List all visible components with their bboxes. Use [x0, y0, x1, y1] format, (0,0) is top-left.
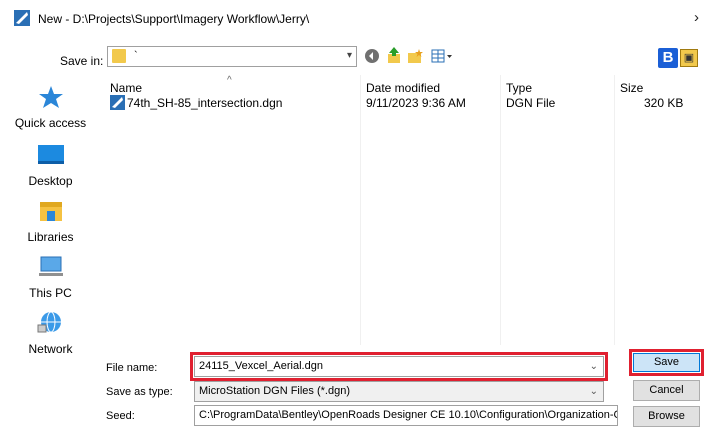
column-divider: [500, 75, 501, 345]
file-type: DGN File: [506, 96, 556, 110]
seed-input[interactable]: C:\ProgramData\Bentley\OpenRoads Designe…: [194, 405, 618, 426]
back-icon[interactable]: [364, 48, 380, 64]
save-in-dropdown[interactable]: ` ▾: [107, 46, 357, 67]
place-label: Quick access: [14, 116, 87, 130]
folder-preview-icon[interactable]: ▣: [680, 49, 698, 67]
save-in-label: Save in:: [60, 54, 104, 68]
chevron-down-icon: ⌄: [589, 386, 598, 397]
cancel-button[interactable]: Cancel: [633, 380, 700, 401]
up-folder-icon[interactable]: [386, 47, 402, 64]
place-libraries[interactable]: Libraries: [0, 199, 101, 244]
column-divider: [360, 75, 361, 345]
places-bar: Quick access Desktop Libraries This PC N…: [0, 75, 101, 375]
dgn-file-icon: [110, 95, 125, 110]
sort-ascending-icon: ^: [227, 75, 232, 86]
place-label: This PC: [29, 286, 72, 300]
file-date: 9/11/2023 9:36 AM: [366, 96, 466, 110]
seed-label: Seed:: [106, 410, 135, 422]
chevron-down-icon: ▾: [346, 50, 352, 61]
column-divider: [614, 75, 615, 345]
column-header-name[interactable]: Name: [110, 81, 142, 95]
file-name: 74th_SH-85_intersection.dgn: [127, 96, 283, 110]
save-as-type-dropdown[interactable]: MicroStation DGN Files (*.dgn) ⌄: [194, 381, 604, 402]
column-header-date[interactable]: Date modified: [366, 81, 440, 95]
save-as-type-value: MicroStation DGN Files (*.dgn): [199, 385, 350, 397]
folder-icon: [112, 49, 126, 63]
place-label: Desktop: [28, 174, 73, 188]
file-name-label: File name:: [106, 362, 158, 374]
save-as-type-label: Save as type:: [106, 386, 173, 398]
file-name-value: 24115_Vexcel_Aerial.dgn: [199, 360, 323, 372]
window-title: New - D:\Projects\Support\Imagery Workfl…: [38, 12, 310, 26]
column-header-type[interactable]: Type: [506, 81, 532, 95]
network-icon: [37, 311, 61, 333]
save-in-value: `: [134, 50, 138, 62]
close-icon[interactable]: ›: [694, 9, 699, 26]
column-header-size[interactable]: Size: [620, 81, 643, 95]
microstation-app-icon: [14, 10, 30, 26]
browse-button[interactable]: Browse: [633, 406, 700, 427]
star-icon: [38, 86, 63, 108]
title-bar: New - D:\Projects\Support\Imagery Workfl…: [0, 0, 705, 38]
save-button[interactable]: Save: [633, 353, 700, 372]
file-list[interactable]: ^ Name Date modified Type Size 74th_SH-8…: [104, 75, 705, 345]
place-label: Network: [28, 342, 73, 356]
chevron-down-icon[interactable]: ⌄: [590, 357, 598, 376]
view-menu-icon[interactable]: [431, 48, 453, 64]
file-row[interactable]: 74th_SH-85_intersection.dgn 9/11/2023 9:…: [104, 94, 705, 111]
desktop-icon: [37, 145, 64, 164]
computer-icon: [38, 256, 63, 276]
place-label: Libraries: [27, 230, 74, 244]
libraries-icon: [39, 202, 62, 221]
seed-value: C:\ProgramData\Bentley\OpenRoads Designe…: [199, 409, 618, 421]
place-this-pc[interactable]: This PC: [0, 255, 101, 300]
place-desktop[interactable]: Desktop: [0, 143, 101, 188]
bentley-b-button[interactable]: B: [658, 48, 678, 68]
new-folder-icon[interactable]: [407, 48, 424, 64]
place-network[interactable]: Network: [0, 311, 101, 356]
file-name-input[interactable]: 24115_Vexcel_Aerial.dgn ⌄: [194, 356, 604, 377]
file-size: 320 KB: [644, 96, 684, 110]
place-quick-access[interactable]: Quick access: [0, 85, 101, 130]
